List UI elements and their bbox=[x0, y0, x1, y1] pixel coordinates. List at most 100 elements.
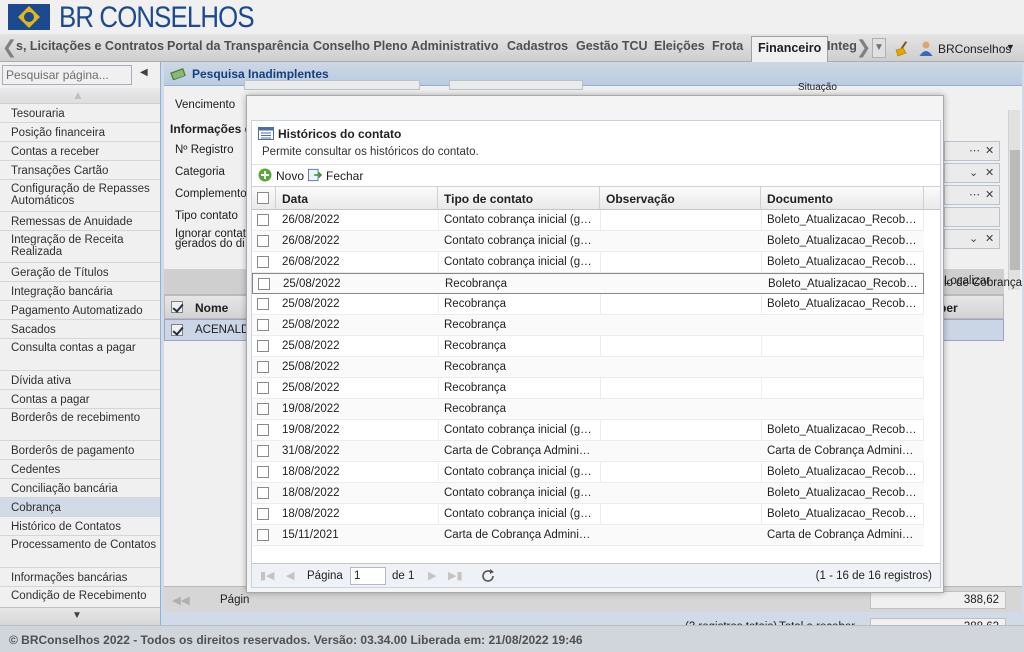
grid-header: Data Tipo de contato Observação Document… bbox=[252, 187, 940, 210]
cell-doc: Carta de Cobrança Administ... bbox=[767, 445, 919, 457]
cell-data: 18/08/2022 bbox=[282, 487, 340, 499]
cell-doc: Boleto_Atualizacao_Recobran... bbox=[767, 256, 919, 268]
next-page-icon[interactable]: ▶ bbox=[428, 569, 436, 582]
row-checkbox[interactable] bbox=[257, 214, 269, 226]
row-checkbox[interactable] bbox=[257, 361, 269, 373]
table-row[interactable]: 25/08/2022 Recobrança Boleto_Atualizacao_R… bbox=[252, 273, 924, 294]
page-number-input[interactable]: 1 bbox=[350, 567, 386, 585]
row-checkbox[interactable] bbox=[257, 382, 269, 394]
dialog-pager: ▮◀ ◀ Página 1 de 1 ▶ ▶▮ (1 - 16 de 16 re… bbox=[252, 563, 940, 587]
historicos-grid: Data Tipo de contato Observação Document… bbox=[252, 186, 940, 563]
prev-page-icon[interactable]: ◀ bbox=[286, 569, 294, 582]
cell-tipo: Contato cobrança inicial (ger... bbox=[444, 235, 594, 247]
cell-data: 25/08/2022 bbox=[282, 319, 340, 331]
cell-doc: Boleto_Atualizacao_Recobran... bbox=[767, 466, 919, 478]
table-row[interactable]: 25/08/2022 Recobrança bbox=[252, 315, 924, 336]
cell-tipo: Recobrança bbox=[444, 403, 507, 415]
table-row[interactable]: 25/08/2022 Recobrança bbox=[252, 357, 924, 378]
pager-info: (1 - 16 de 16 registros) bbox=[815, 570, 932, 582]
refresh-icon[interactable] bbox=[480, 568, 496, 584]
dialog-toolbar: Novo Fechar bbox=[252, 164, 940, 186]
row-checkbox[interactable] bbox=[257, 424, 269, 436]
cell-tipo: Recobrança bbox=[444, 361, 507, 373]
cell-data: 18/08/2022 bbox=[282, 508, 340, 520]
cell-doc: Carta de Cobrança Administ... bbox=[767, 529, 919, 541]
list-icon bbox=[258, 127, 274, 140]
table-row[interactable]: 15/11/2021 Carta de Cobrança Administ... C… bbox=[252, 525, 924, 546]
table-row[interactable]: 19/08/2022 Contato cobrança inicial (ger.… bbox=[252, 420, 924, 441]
row-checkbox[interactable] bbox=[257, 256, 269, 268]
close-button-label: Fechar bbox=[326, 169, 364, 183]
row-checkbox[interactable] bbox=[257, 235, 269, 247]
row-checkbox[interactable] bbox=[257, 508, 269, 520]
add-icon bbox=[258, 168, 272, 182]
column-documento[interactable]: Documento bbox=[761, 187, 924, 210]
cell-doc: Boleto_Atualizacao_Recobran... bbox=[768, 278, 920, 290]
table-row[interactable]: 25/08/2022 Recobrança bbox=[252, 336, 924, 357]
table-row[interactable]: 18/08/2022 Contato cobrança inicial (ger.… bbox=[252, 483, 924, 504]
row-checkbox[interactable] bbox=[257, 445, 269, 457]
cell-data: 18/08/2022 bbox=[282, 466, 340, 478]
cell-tipo: Carta de Cobrança Administ... bbox=[444, 445, 594, 457]
cell-data: 25/08/2022 bbox=[282, 382, 340, 394]
table-row[interactable]: 25/08/2022 Recobrança bbox=[252, 378, 924, 399]
row-checkbox[interactable] bbox=[257, 466, 269, 478]
cell-data: 26/08/2022 bbox=[282, 256, 340, 268]
cell-tipo: Contato cobrança inicial (ger... bbox=[444, 487, 594, 499]
exit-icon bbox=[308, 168, 322, 182]
table-row[interactable]: 26/08/2022 Contato cobrança inicial (ger.… bbox=[252, 210, 924, 231]
row-checkbox[interactable] bbox=[257, 487, 269, 499]
cell-tipo: Recobrança bbox=[444, 382, 507, 394]
dialog-title: Históricos do contato bbox=[278, 127, 402, 141]
cell-doc: Boleto_Atualizacao_Recobran... bbox=[767, 508, 919, 520]
select-all-checkbox[interactable] bbox=[257, 192, 269, 204]
column-data[interactable]: Data bbox=[276, 187, 438, 210]
cell-doc: Boleto_Atualizacao_Recobran... bbox=[767, 214, 919, 226]
row-checkbox[interactable] bbox=[257, 298, 269, 310]
row-checkbox[interactable] bbox=[258, 278, 270, 290]
cell-doc: Boleto_Atualizacao_Recobran... bbox=[767, 235, 919, 247]
cell-tipo: Recobrança bbox=[444, 319, 507, 331]
cell-tipo: Carta de Cobrança Administ... bbox=[444, 529, 594, 541]
row-checkbox[interactable] bbox=[257, 403, 269, 415]
cell-data: 15/11/2021 bbox=[282, 529, 339, 541]
cell-data: 31/08/2022 bbox=[282, 445, 340, 457]
table-row[interactable]: 18/08/2022 Contato cobrança inicial (ger.… bbox=[252, 462, 924, 483]
cell-data: 26/08/2022 bbox=[282, 214, 340, 226]
cell-data: 19/08/2022 bbox=[282, 403, 340, 415]
first-page-icon[interactable]: ▮◀ bbox=[260, 569, 275, 582]
historicos-dialog: Históricos do contato Permite consultar … bbox=[246, 95, 944, 593]
dialog-body: Históricos do contato Permite consultar … bbox=[251, 120, 941, 588]
cell-doc: Boleto_Atualizacao_Recobran... bbox=[767, 424, 919, 436]
page-label: Página bbox=[307, 570, 343, 582]
row-checkbox[interactable] bbox=[257, 319, 269, 331]
column-observacao[interactable]: Observação bbox=[600, 187, 761, 210]
column-tipo-contato[interactable]: Tipo de contato bbox=[438, 187, 600, 210]
new-button-label: Novo bbox=[276, 169, 305, 183]
cell-data: 25/08/2022 bbox=[282, 298, 340, 310]
table-row[interactable]: 19/08/2022 Recobrança bbox=[252, 399, 924, 420]
cell-doc: Boleto_Atualizacao_Recobran... bbox=[767, 298, 919, 310]
cell-tipo: Recobrança bbox=[444, 340, 507, 352]
table-row[interactable]: 26/08/2022 Contato cobrança inicial (ger.… bbox=[252, 252, 924, 273]
table-row[interactable]: 26/08/2022 Contato cobrança inicial (ger.… bbox=[252, 231, 924, 252]
cell-doc: Boleto_Atualizacao_Recobran... bbox=[767, 487, 919, 499]
cell-tipo: Contato cobrança inicial (ger... bbox=[444, 508, 594, 520]
cell-tipo: Contato cobrança inicial (ger... bbox=[444, 424, 594, 436]
dialog-description: Permite consultar os históricos do conta… bbox=[262, 146, 479, 158]
table-row[interactable]: 18/08/2022 Contato cobrança inicial (ger.… bbox=[252, 504, 924, 525]
last-page-icon[interactable]: ▶▮ bbox=[448, 569, 463, 582]
cell-tipo: Contato cobrança inicial (ger... bbox=[444, 466, 594, 478]
cell-data: 25/08/2022 bbox=[282, 340, 340, 352]
table-row[interactable]: 31/08/2022 Carta de Cobrança Administ... C… bbox=[252, 441, 924, 462]
table-row[interactable]: 25/08/2022 Recobrança Boleto_Atualizacao_R… bbox=[252, 294, 924, 315]
cell-data: 25/08/2022 bbox=[283, 278, 341, 290]
cell-data: 25/08/2022 bbox=[282, 361, 340, 373]
row-checkbox[interactable] bbox=[257, 529, 269, 541]
cell-tipo: Recobrança bbox=[444, 298, 507, 310]
cell-tipo: Contato cobrança inicial (ger... bbox=[444, 214, 594, 226]
cell-data: 26/08/2022 bbox=[282, 235, 340, 247]
select-all-column bbox=[252, 187, 276, 210]
row-checkbox[interactable] bbox=[257, 340, 269, 352]
cell-tipo: Recobrança bbox=[445, 278, 508, 290]
